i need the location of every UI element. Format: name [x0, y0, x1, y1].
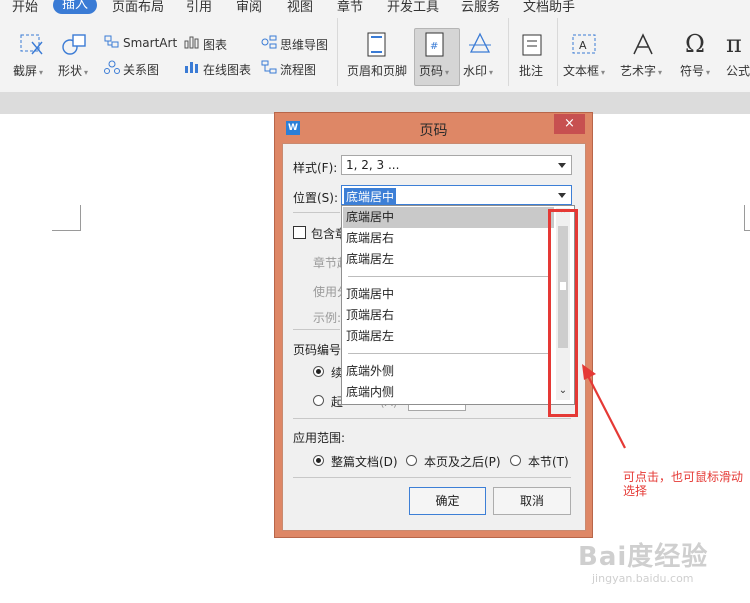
scope-after-label: 本页及之后(P): [424, 455, 501, 469]
dropdown-item[interactable]: 顶端居左: [343, 326, 554, 347]
tab-developer[interactable]: 开发工具: [387, 0, 439, 14]
svg-text:A: A: [579, 39, 587, 52]
numbering-label: 页码编号: [293, 343, 342, 357]
header-footer-button[interactable]: 页眉和页脚: [347, 62, 407, 79]
smartart-icon: [104, 35, 120, 52]
omega-icon[interactable]: Ω: [684, 30, 710, 61]
svg-text:#: #: [430, 41, 438, 52]
ruler-band: [0, 92, 750, 114]
divider: [293, 329, 340, 330]
dropdown-item[interactable]: 顶端居中: [343, 284, 554, 305]
divider: [293, 212, 340, 213]
position-select[interactable]: 底端居中: [341, 185, 572, 205]
formula-button[interactable]: 公式: [726, 62, 750, 79]
dropdown-item[interactable]: 顶端居右: [343, 305, 554, 326]
cancel-button[interactable]: 取消: [493, 487, 571, 515]
scope-section-label: 本节(T): [528, 455, 569, 469]
tab-references[interactable]: 引用: [186, 0, 212, 14]
chevron-down-icon: [558, 163, 566, 168]
tab-home[interactable]: 开始: [12, 0, 38, 14]
scope-section-radio[interactable]: [510, 455, 521, 466]
dropdown-separator: [348, 353, 548, 354]
tab-view[interactable]: 视图: [287, 0, 313, 14]
annotation-arrow: [582, 364, 626, 449]
ok-button[interactable]: 确定: [409, 487, 486, 515]
page-corner-mark: [744, 205, 750, 231]
mindmap-icon: [261, 35, 277, 52]
dialog-title: 页码: [419, 123, 448, 139]
scope-whole-label: 整篇文档(D): [331, 455, 398, 469]
annotation-text: 可点击，也可鼠标滑动选择: [623, 470, 744, 498]
dropdown-item[interactable]: 底端居中: [343, 207, 554, 228]
highlight-box: [548, 209, 578, 417]
menu-bar: 开始 插入 页面布局 引用 审阅 视图 章节 开发工具 云服务 文档助手: [0, 0, 750, 14]
scope-whole-radio[interactable]: [313, 455, 324, 466]
dropdown-item[interactable]: 底端外侧: [343, 361, 554, 382]
dropdown-item[interactable]: 底端居左: [343, 249, 554, 270]
smartart-button[interactable]: SmartArt: [123, 36, 177, 50]
style-select-value: 1, 2, 3 ...: [346, 158, 400, 172]
svg-text:π: π: [726, 30, 742, 58]
style-select[interactable]: 1, 2, 3 ...: [341, 155, 572, 175]
scope-after-radio[interactable]: [406, 455, 417, 466]
symbol-button[interactable]: 符号: [680, 62, 710, 79]
textbox-icon[interactable]: A: [571, 32, 597, 61]
tab-cloud[interactable]: 云服务: [461, 0, 500, 14]
tab-review[interactable]: 审阅: [236, 0, 262, 14]
ribbon-separator: [337, 18, 338, 86]
chart-button[interactable]: 图表: [203, 36, 227, 53]
tab-insert[interactable]: 插入: [53, 0, 98, 14]
flowchart-icon: [261, 60, 277, 77]
divider: [293, 418, 571, 419]
wordart-button[interactable]: 艺术字: [620, 62, 662, 79]
svg-text:Ω: Ω: [685, 30, 705, 58]
relation-button[interactable]: 关系图: [123, 61, 159, 78]
tab-chapter[interactable]: 章节: [337, 0, 363, 14]
pi-icon[interactable]: π: [726, 30, 750, 61]
watermark-button[interactable]: 水印: [463, 62, 493, 79]
start-number-radio[interactable]: [313, 395, 324, 406]
divider: [293, 477, 571, 478]
style-label: 样式(F):: [293, 161, 338, 175]
screenshot-icon[interactable]: [18, 32, 44, 59]
chevron-down-icon: [558, 193, 566, 198]
online-chart-button[interactable]: 在线图表: [203, 61, 251, 78]
flowchart-button[interactable]: 流程图: [280, 61, 316, 78]
header-footer-icon[interactable]: [366, 32, 388, 61]
mindmap-button[interactable]: 思维导图: [280, 36, 328, 53]
online-chart-icon: [184, 60, 200, 77]
close-button[interactable]: ×: [554, 114, 585, 134]
comment-button[interactable]: 批注: [519, 62, 543, 79]
position-dropdown-list: 底端居中 底端居右 底端居左 顶端居中 顶端居右 顶端居左 底端外侧 底端内侧 …: [341, 205, 575, 405]
watermark-logo: Bai度经验: [578, 542, 709, 572]
page-number-button[interactable]: 页码: [419, 62, 449, 79]
dropdown-item[interactable]: 底端内侧: [343, 382, 554, 403]
page-number-icon[interactable]: #: [424, 32, 446, 61]
continue-radio[interactable]: [313, 366, 324, 377]
example-label: 示例:: [313, 311, 342, 325]
dropdown-separator: [348, 276, 548, 277]
position-label: 位置(S):: [293, 191, 339, 205]
relation-icon: [104, 60, 120, 77]
shape-button[interactable]: 形状: [58, 62, 88, 79]
ribbon-separator: [508, 18, 509, 86]
textbox-button[interactable]: 文本框: [563, 62, 605, 79]
screenshot-button[interactable]: 截屏: [13, 62, 43, 79]
shape-icon[interactable]: [61, 32, 89, 59]
apply-scope-label: 应用范围:: [293, 431, 346, 445]
ribbon-separator: [557, 18, 558, 86]
tab-doc-assistant[interactable]: 文档助手: [523, 0, 575, 14]
watermark-url: jingyan.baidu.com: [592, 572, 694, 585]
watermark-icon[interactable]: [467, 32, 493, 61]
dialog-titlebar[interactable]: W 页码 ×: [275, 113, 592, 143]
tab-page-layout[interactable]: 页面布局: [112, 0, 164, 14]
chart-icon: [184, 35, 200, 52]
position-select-value: 底端居中: [344, 188, 397, 205]
page-corner-mark: [52, 205, 81, 231]
dropdown-item[interactable]: 底端居右: [343, 228, 554, 249]
wordart-icon[interactable]: [630, 32, 656, 61]
comment-icon[interactable]: [519, 32, 545, 61]
include-chapter-checkbox[interactable]: [293, 226, 306, 239]
